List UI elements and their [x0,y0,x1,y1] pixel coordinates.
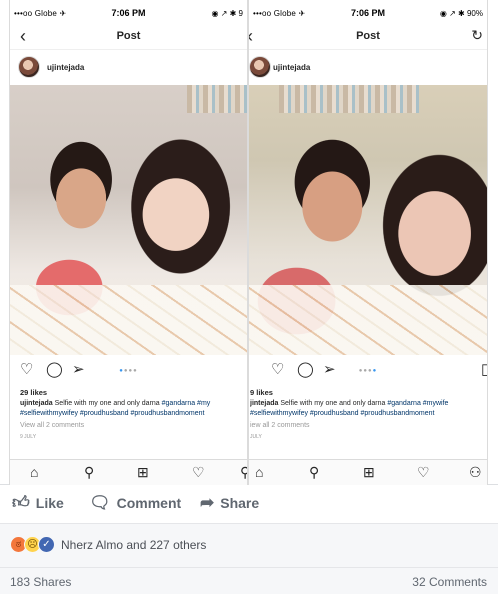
speech-bubble-icon: 🗨︎ [89,493,111,512]
author-username[interactable]: ujintejada [273,63,310,72]
phone-screenshot-right: •••oo Globe ✈ 7:06 PM ◉ ↗ ✱ 90% ‹ Post ↻… [248,0,488,485]
home-icon[interactable]: ⌂ [30,464,38,480]
caption-tags-1[interactable]: #gandarna #mywife [387,400,448,407]
carousel-dots: ●●●● [119,368,138,374]
status-icons: ◉ ↗ ✱ 9 [211,9,243,18]
shares-count[interactable]: 183 Shares [10,575,71,589]
post-nav-bar: ‹ Post ↻ [249,24,487,50]
search-icon[interactable]: ⚲ [84,464,94,480]
caption-username[interactable]: ujintejada [20,400,53,407]
post-author[interactable]: ujintejada [10,56,247,82]
like-button[interactable]: 👍︎ Like [12,493,64,512]
carousel-dots: ●●●● [358,368,378,374]
reactions-text[interactable]: Nherz Almo and 227 others [61,538,206,552]
home-icon[interactable]: ⌂ [255,464,263,480]
view-all-comments[interactable]: iew all 2 comments [250,422,310,429]
share-arrow-icon: ➦ [200,493,215,512]
activity-heart-icon[interactable]: ♡ [417,464,430,480]
thumbs-up-icon: 👍︎ [12,493,30,512]
search-icon[interactable]: ⚲ [309,464,319,480]
post-photo[interactable] [249,85,487,355]
profile-icon[interactable]: ⚲ [240,464,247,480]
bottom-tab-bar: ⌂ ⚲ ⊞ ♡ ⚲ [10,459,247,485]
phone-screenshot-left: •••oo Globe ✈ 7:06 PM ◉ ↗ ✱ 9 ‹ Post uji… [9,0,248,485]
post-author[interactable]: ujintejada [249,56,487,82]
instagram-screenshots: •••oo Globe ✈ 7:06 PM ◉ ↗ ✱ 9 ‹ Post uji… [0,0,498,485]
comment-label: Comment [116,495,182,511]
post-date: JULY [250,434,262,440]
reload-icon[interactable]: ↻ [471,27,483,44]
caption-text: Selfie with my one and only darna [278,400,388,407]
facebook-action-bar: 👍︎ Like 🗨︎ Comment ➦ Share [0,486,498,524]
bookshelf-background [187,85,247,113]
status-bar: •••oo Globe ✈ 7:06 PM ◉ ↗ ✱ 9 [10,7,247,21]
like-reaction-icon: ✓ [38,536,55,553]
view-all-comments[interactable]: View all 2 comments [20,422,84,429]
activity-heart-icon[interactable]: ♡ [192,464,205,480]
caption-line-1: jintejada Selfie with my one and only da… [250,399,485,409]
caption-line-1: ujintejada Selfie with my one and only d… [20,399,245,409]
caption-text: Selfie with my one and only darna [52,400,162,407]
reactions-summary[interactable]: ಠ ☹ ✓ Nherz Almo and 227 others [0,524,498,568]
share-button[interactable]: ➦ Share [200,493,260,512]
caption-tags-2[interactable]: #selfiewithmywifey #proudhusband #proudh… [250,409,485,419]
nav-title: Post [356,30,380,42]
nav-title: Post [116,30,141,42]
likes-count[interactable]: 29 likes [20,388,47,397]
share-label: Share [220,495,260,511]
author-username[interactable]: ujintejada [47,63,84,72]
avatar[interactable] [18,56,40,78]
patterned-pillow [249,285,487,355]
engagement-counts: 183 Shares 32 Comments [0,568,498,594]
post-date: 9 JULY [20,434,37,440]
caption-username[interactable]: jintejada [250,400,278,407]
likes-count[interactable]: 9 likes [250,388,273,397]
comment-button[interactable]: 🗨︎ Comment [89,493,182,512]
bookshelf-background [279,85,419,113]
caption-tags-2[interactable]: #selfiewithmywifey #proudhusband #proudh… [20,409,245,419]
comments-count[interactable]: 32 Comments [412,575,487,589]
like-label: Like [35,495,64,511]
status-icons: ◉ ↗ ✱ 90% [439,9,483,18]
status-bar: •••oo Globe ✈ 7:06 PM ◉ ↗ ✱ 90% [249,7,487,21]
profile-icon[interactable]: ⚇ [469,464,482,480]
post-nav-bar: ‹ Post [10,24,247,50]
avatar[interactable] [249,56,271,78]
bottom-tab-bar: ⌂ ⚲ ⊞ ♡ ⚇ [249,459,487,485]
post-photo[interactable] [10,85,247,355]
caption-tags-1[interactable]: #gandarna #my [162,400,211,407]
patterned-pillow [10,285,247,355]
add-post-icon[interactable]: ⊞ [137,464,149,480]
add-post-icon[interactable]: ⊞ [363,464,375,480]
